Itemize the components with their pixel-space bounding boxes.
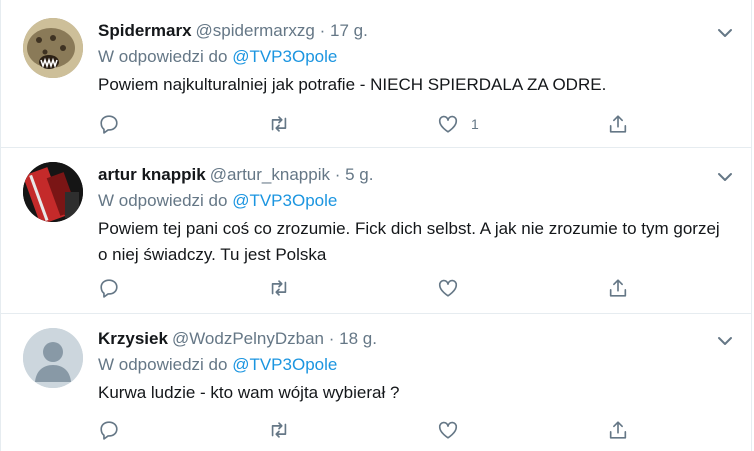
reply-context: W odpowiedzi do @TVP3Opole [98, 190, 731, 212]
reply-prefix: W odpowiedzi do [98, 355, 228, 374]
tweet[interactable]: artur knappik @artur_knappik · 5 g. W odp… [1, 148, 751, 314]
share-button[interactable] [607, 112, 629, 136]
reply-button[interactable] [98, 276, 120, 300]
retweet-button[interactable] [268, 276, 290, 300]
author-handle[interactable]: @WodzPelnyDzban [172, 329, 324, 348]
avatar[interactable] [23, 328, 83, 388]
reply-icon [100, 115, 118, 134]
reply-prefix: W odpowiedzi do [98, 47, 228, 66]
share-icon [609, 421, 627, 439]
like-icon [438, 115, 458, 133]
like-button[interactable]: 1 [437, 112, 479, 136]
default-profile-icon [23, 328, 83, 388]
reply-context: W odpowiedzi do @TVP3Opole [98, 354, 731, 376]
like-icon [438, 279, 458, 297]
reply-context: W odpowiedzi do @TVP3Opole [98, 46, 731, 68]
tweet-text: Powiem tej pani coś co zrozumie. Fick di… [98, 219, 720, 264]
reply-button[interactable] [98, 112, 120, 136]
tweet-header: Krzysiek @WodzPelnyDzban · 18 g. [98, 328, 731, 350]
timestamp[interactable]: 18 g. [339, 329, 377, 348]
tweet-text: Kurwa ludzie - kto wam wójta wybierał ? [98, 383, 400, 402]
author-name[interactable]: Spidermarx [98, 21, 192, 40]
retweet-icon [271, 280, 287, 296]
tweet[interactable]: Spidermarx @spidermarxzg · 17 g. W odpowi… [1, 0, 751, 148]
avatar[interactable] [23, 162, 83, 222]
tweet-text: Powiem najkulturalniej jak potrafie - NI… [98, 75, 607, 94]
author-name[interactable]: Krzysiek [98, 329, 168, 348]
reply-to-link[interactable]: @TVP3Opole [232, 47, 337, 66]
like-icon [438, 421, 458, 439]
chevron-down-icon[interactable] [717, 170, 733, 182]
scarf-avatar-image [23, 162, 83, 222]
like-button[interactable] [437, 276, 471, 300]
reply-to-link[interactable]: @TVP3Opole [232, 191, 337, 210]
retweet-button[interactable] [268, 418, 290, 442]
tweet-actions [98, 418, 731, 442]
reply-icon [100, 279, 118, 298]
author-handle[interactable]: @spidermarxzg [196, 21, 315, 40]
author-name[interactable]: artur knappik [98, 165, 206, 184]
separator-dot: · [334, 165, 341, 184]
timestamp[interactable]: 5 g. [345, 165, 373, 184]
share-icon [609, 279, 627, 297]
tweet-actions: 1 [98, 112, 731, 136]
tweet-body: Krzysiek @WodzPelnyDzban · 18 g. W odpowi… [98, 328, 731, 406]
reply-prefix: W odpowiedzi do [98, 191, 228, 210]
tweet-body: Spidermarx @spidermarxzg · 17 g. W odpowi… [98, 20, 731, 98]
separator-dot: · [319, 21, 326, 40]
reply-to-link[interactable]: @TVP3Opole [232, 355, 337, 374]
share-icon [609, 115, 627, 133]
chevron-down-icon[interactable] [717, 334, 733, 346]
hyena-avatar-image [23, 18, 83, 78]
tweet-header: artur knappik @artur_knappik · 5 g. [98, 164, 731, 186]
tweet-header: Spidermarx @spidermarxzg · 17 g. [98, 20, 731, 42]
share-button[interactable] [607, 418, 629, 442]
author-handle[interactable]: @artur_knappik [210, 165, 330, 184]
retweet-icon [271, 116, 287, 132]
like-button[interactable] [437, 418, 471, 442]
tweet-body: artur knappik @artur_knappik · 5 g. W odp… [98, 164, 731, 268]
like-count: 1 [471, 116, 479, 132]
chevron-down-icon[interactable] [717, 26, 733, 38]
avatar[interactable] [23, 18, 83, 78]
share-button[interactable] [607, 276, 629, 300]
retweet-button[interactable] [268, 112, 290, 136]
separator-dot: · [328, 329, 335, 348]
reply-button[interactable] [98, 418, 120, 442]
reply-icon [100, 421, 118, 440]
tweet-feed: Spidermarx @spidermarxzg · 17 g. W odpowi… [0, 0, 752, 451]
tweet-actions [98, 276, 731, 300]
tweet[interactable]: Krzysiek @WodzPelnyDzban · 18 g. W odpowi… [1, 314, 751, 451]
timestamp[interactable]: 17 g. [330, 21, 368, 40]
retweet-icon [271, 422, 287, 438]
